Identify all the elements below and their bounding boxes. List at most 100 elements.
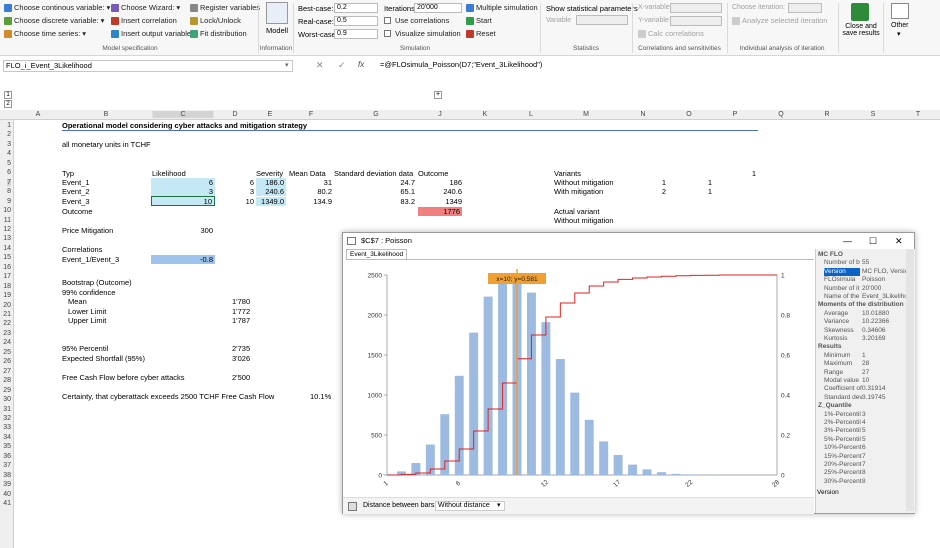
- event-name[interactable]: Event_3: [62, 197, 90, 206]
- row-header[interactable]: 38: [3, 472, 11, 479]
- multiple-simulation-button[interactable]: Multiple simulation: [466, 3, 538, 12]
- row-header[interactable]: 1: [7, 122, 11, 129]
- real-case-input[interactable]: 0.5: [334, 16, 378, 26]
- d-cell[interactable]: 6: [216, 178, 254, 187]
- stats-row[interactable]: Maximum 28: [816, 360, 908, 368]
- choose-time-series-button[interactable]: Choose time series: ▾: [4, 29, 86, 38]
- row-header[interactable]: 26: [3, 358, 11, 365]
- d-cell[interactable]: 10: [216, 197, 254, 206]
- stats-row[interactable]: Coefficient of 0.31914: [816, 385, 908, 393]
- sheet-title[interactable]: Operational model considering cyber atta…: [62, 121, 307, 130]
- price-mitigation-value[interactable]: 300: [151, 226, 213, 235]
- stats-section-header[interactable]: Moments of the distribution: [816, 301, 908, 309]
- row-header[interactable]: 16: [3, 264, 11, 271]
- stats-row[interactable]: Range 27: [816, 369, 908, 377]
- header-typ[interactable]: Typ: [62, 169, 74, 178]
- confidence-label[interactable]: 99% confidence: [62, 288, 115, 297]
- without-n[interactable]: 1: [640, 178, 666, 187]
- modell-icon[interactable]: [266, 2, 288, 24]
- row-header[interactable]: 39: [3, 481, 11, 488]
- stats-row[interactable]: Number of it 20'000: [816, 285, 908, 293]
- upper-limit-value[interactable]: 1'787: [232, 316, 250, 325]
- column-header[interactable]: B: [104, 111, 109, 118]
- likelihood-cell[interactable]: 6: [151, 178, 215, 187]
- p95-value[interactable]: 2'735: [232, 344, 250, 353]
- header-sd[interactable]: Standard deviation data: [334, 169, 413, 178]
- correlation-name[interactable]: Event_1/Event_3: [62, 255, 119, 264]
- row-header[interactable]: 6: [7, 169, 11, 176]
- lock-unlock-button[interactable]: Lock/Unlock: [190, 16, 241, 25]
- tab-event-3-likelihood[interactable]: Event_3Likelihood: [346, 249, 408, 259]
- header-severity[interactable]: Severity: [256, 169, 283, 178]
- units-note[interactable]: all monetary units in TCHF: [62, 140, 151, 149]
- variable-select[interactable]: [576, 15, 628, 25]
- bootstrap-label[interactable]: Bootstrap (Outcome): [62, 278, 132, 287]
- choose-iteration-input[interactable]: [788, 3, 822, 13]
- column-header[interactable]: N: [640, 111, 645, 118]
- stats-row[interactable]: 20%-Percent 7: [816, 461, 908, 469]
- column-header[interactable]: Q: [778, 111, 783, 118]
- use-correlations-checkbox[interactable]: Use correlations: [384, 16, 449, 25]
- stats-row[interactable]: Average 10.01880: [816, 310, 908, 318]
- mean-label[interactable]: Mean: [68, 297, 87, 306]
- outcome-label[interactable]: Outcome: [62, 207, 92, 216]
- row-header[interactable]: 18: [3, 283, 11, 290]
- fit-distribution-button[interactable]: Fit distribution: [190, 29, 247, 38]
- row-header[interactable]: 32: [3, 415, 11, 422]
- row-header[interactable]: 29: [3, 387, 11, 394]
- column-header[interactable]: G: [373, 111, 378, 118]
- column-header[interactable]: K: [483, 111, 488, 118]
- row-header[interactable]: 28: [3, 377, 11, 384]
- choose-continuous-variable-button[interactable]: Choose continous variable: ▾: [4, 3, 110, 12]
- column-header[interactable]: A: [36, 111, 41, 118]
- stats-row[interactable]: Minimum 1: [816, 352, 908, 360]
- row-header[interactable]: 36: [3, 453, 11, 460]
- correlations-label[interactable]: Correlations: [62, 245, 102, 254]
- outcome-cell[interactable]: 240.6: [418, 187, 462, 196]
- analyze-iteration-button[interactable]: Analyze selected iteration: [732, 16, 827, 25]
- event-name[interactable]: Event_2: [62, 187, 90, 196]
- variants-label[interactable]: Variants: [554, 169, 581, 178]
- fcf-label[interactable]: Free Cash Flow before cyber attacks: [62, 373, 185, 382]
- y-variable-select[interactable]: [670, 16, 722, 26]
- expected-shortfall-value[interactable]: 3'026: [232, 354, 250, 363]
- without-o[interactable]: 1: [686, 178, 712, 187]
- row-header[interactable]: 31: [3, 406, 11, 413]
- register-variables-button[interactable]: Register variables: [190, 3, 260, 12]
- actual-variant-label[interactable]: Actual variant: [554, 207, 599, 216]
- stats-row[interactable]: Version MC FLO, Version: [816, 267, 908, 277]
- with-n[interactable]: 2: [640, 187, 666, 196]
- mean-value[interactable]: 1'780: [232, 297, 250, 306]
- insert-output-variable-button[interactable]: Insert output variable: [111, 29, 191, 38]
- row-header[interactable]: 3: [7, 141, 11, 148]
- visualize-simulation-checkbox[interactable]: Visualize simulation: [384, 29, 461, 38]
- mean-cell[interactable]: 80.2: [288, 187, 332, 196]
- row-header[interactable]: 7: [7, 178, 11, 186]
- with-o[interactable]: 1: [686, 187, 712, 196]
- stats-row[interactable]: Kurtosis 3.20169: [816, 335, 908, 343]
- formula-input[interactable]: =@FLOsimula_Poisson(D7;"Event_3Likelihoo…: [380, 60, 542, 69]
- stats-row[interactable]: Modal value 10: [816, 377, 908, 385]
- panel-scrollbar[interactable]: [906, 249, 914, 511]
- cancel-icon[interactable]: ✕: [316, 60, 324, 71]
- stats-row[interactable]: FLOsimula Poisson: [816, 276, 908, 284]
- p95-label[interactable]: 95% Percentil: [62, 344, 108, 353]
- actual-variant-value[interactable]: Without mitigation: [554, 216, 614, 225]
- upper-limit-label[interactable]: Upper Limit: [68, 316, 106, 325]
- row-header[interactable]: 34: [3, 434, 11, 441]
- stats-row[interactable]: Skewness 0.34606: [816, 327, 908, 335]
- settings-icon[interactable]: [348, 502, 357, 511]
- event-name[interactable]: Event_1: [62, 178, 90, 187]
- mean-cell[interactable]: 134.9: [288, 197, 332, 206]
- row-header[interactable]: 19: [3, 292, 11, 299]
- stats-row[interactable]: Name of theEvent_3Likelihood: [816, 293, 908, 301]
- column-header[interactable]: S: [871, 111, 876, 118]
- iterations-input[interactable]: 20'000: [414, 3, 462, 13]
- fcf-value[interactable]: 2'500: [232, 373, 250, 382]
- column-header[interactable]: O: [686, 111, 691, 118]
- best-case-input[interactable]: 0.2: [334, 3, 378, 13]
- row-header[interactable]: 27: [3, 368, 11, 375]
- outline-level-2-button[interactable]: 2: [4, 100, 12, 108]
- row-header[interactable]: 30: [3, 396, 11, 403]
- column-header[interactable]: R: [824, 111, 829, 118]
